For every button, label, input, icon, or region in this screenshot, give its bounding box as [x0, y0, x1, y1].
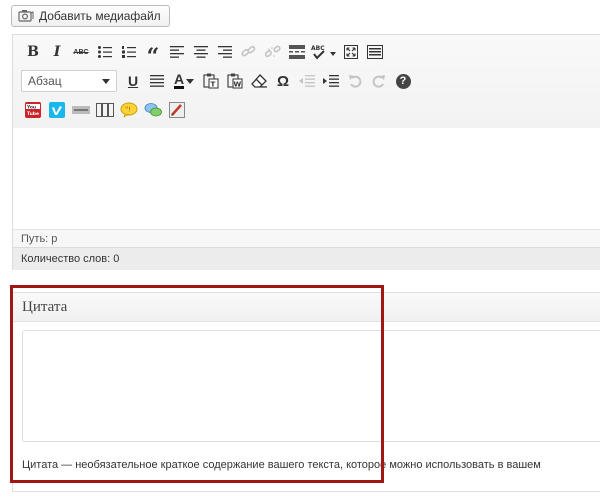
pencil-icon: [169, 102, 185, 118]
paste-word-button[interactable]: W: [223, 70, 247, 92]
fullscreen-button[interactable]: [339, 41, 363, 63]
draw-button[interactable]: [165, 99, 189, 121]
italic-button[interactable]: I: [45, 41, 69, 63]
help-icon: ?: [395, 73, 411, 89]
vimeo-button[interactable]: [45, 99, 69, 121]
excerpt-textarea[interactable]: [22, 330, 600, 442]
toolbar-row-2: Абзац U A T W Ω ?: [21, 70, 415, 92]
clear-formatting-button[interactable]: [247, 70, 271, 92]
fullscreen-icon: [344, 45, 358, 59]
align-center-icon: [194, 46, 208, 58]
insert-more-button[interactable]: [285, 41, 309, 63]
kitchen-sink-button[interactable]: [363, 41, 387, 63]
word-count: Количество слов: 0: [13, 248, 600, 270]
columns-icon: [96, 103, 114, 117]
format-select-value: Абзац: [28, 74, 62, 88]
numbered-list-icon: [122, 46, 136, 58]
format-select[interactable]: Абзац: [21, 70, 117, 92]
toolbar-row-3: You Tube "!: [21, 99, 189, 121]
bullet-list-button[interactable]: [93, 41, 117, 63]
speech-bubble-icon: "!: [120, 102, 138, 118]
paste-word-icon: W: [227, 73, 243, 89]
camera-music-icon: [18, 9, 34, 23]
chat-button[interactable]: [141, 99, 165, 121]
eraser-icon: [251, 74, 267, 88]
indent-button[interactable]: [319, 70, 343, 92]
strikethrough-icon: ABC: [73, 48, 89, 56]
undo-button[interactable]: [343, 70, 367, 92]
insert-link-button[interactable]: [237, 41, 261, 63]
svg-text:W: W: [234, 81, 242, 89]
align-center-button[interactable]: [189, 41, 213, 63]
link-icon: [241, 45, 256, 57]
strikethrough-button[interactable]: ABC: [69, 41, 93, 63]
svg-text:"!: "!: [125, 106, 131, 114]
toolbar-toggle-icon: [367, 45, 383, 59]
redo-icon: [372, 75, 385, 88]
excerpt-title: Цитата: [13, 293, 600, 322]
excerpt-box: Цитата Цитата — необязательное краткое с…: [12, 292, 600, 492]
add-media-button[interactable]: Добавить медиафайл: [11, 5, 170, 27]
add-media-label: Добавить медиафайл: [39, 9, 161, 23]
spellcheck-icon: ABC: [311, 45, 336, 60]
emoticon-button[interactable]: "!: [117, 99, 141, 121]
bullet-list-icon: [98, 46, 112, 58]
caret-down-icon: [186, 78, 195, 84]
outdent-icon: [299, 75, 315, 87]
youtube-button[interactable]: You Tube: [21, 99, 45, 121]
path-indicator: Путь: p: [13, 229, 600, 248]
help-button[interactable]: ?: [391, 70, 415, 92]
read-more-icon: [289, 45, 305, 59]
excerpt-description: Цитата — необязательное краткое содержан…: [22, 459, 541, 471]
columns-button[interactable]: [93, 99, 117, 121]
paste-text-button[interactable]: T: [199, 70, 223, 92]
spellcheck-button[interactable]: ABC: [309, 41, 339, 63]
editor-content-area[interactable]: [13, 128, 600, 229]
align-right-button[interactable]: [213, 41, 237, 63]
unlink-icon: [265, 45, 281, 58]
underline-button[interactable]: U: [121, 70, 145, 92]
underline-icon: U: [127, 73, 139, 89]
outdent-button[interactable]: [295, 70, 319, 92]
indent-icon: [323, 75, 339, 87]
align-left-icon: [170, 46, 184, 58]
horizontal-rule-button[interactable]: [69, 99, 93, 121]
align-right-icon: [218, 46, 232, 58]
blockquote-button[interactable]: “: [141, 41, 165, 70]
justify-button[interactable]: [145, 70, 169, 92]
chat-bubbles-icon: [144, 103, 162, 117]
align-left-button[interactable]: [165, 41, 189, 63]
toolbar-row-1: B I ABC “ ABC: [21, 41, 387, 70]
text-color-button[interactable]: A: [169, 70, 199, 92]
blockquote-icon: “: [146, 44, 160, 70]
redo-button[interactable]: [367, 70, 391, 92]
italic-icon: I: [53, 44, 61, 60]
align-justify-icon: [150, 75, 164, 87]
numbered-list-button[interactable]: [117, 41, 141, 63]
paste-text-icon: T: [203, 73, 219, 89]
chevron-down-icon: [102, 78, 110, 84]
unlink-button[interactable]: [261, 41, 285, 63]
svg-text:You: You: [26, 105, 36, 111]
svg-text:Tube: Tube: [27, 111, 39, 117]
special-char-button[interactable]: Ω: [271, 70, 295, 92]
bold-icon: B: [27, 44, 39, 60]
horizontal-line-icon: [72, 106, 90, 114]
youtube-icon: YouTube: [25, 102, 41, 118]
text-color-icon: A: [173, 71, 185, 89]
editor-toolbar: B I ABC “ ABC Абзац U A T W Ω ? You Tube…: [13, 35, 600, 129]
bold-button[interactable]: B: [21, 41, 45, 63]
vimeo-icon: [49, 102, 65, 118]
undo-icon: [349, 75, 362, 88]
svg-text:T: T: [211, 81, 216, 89]
content-editor: B I ABC “ ABC Абзац U A T W Ω ? You Tube…: [12, 34, 600, 270]
omega-icon: Ω: [276, 72, 290, 90]
